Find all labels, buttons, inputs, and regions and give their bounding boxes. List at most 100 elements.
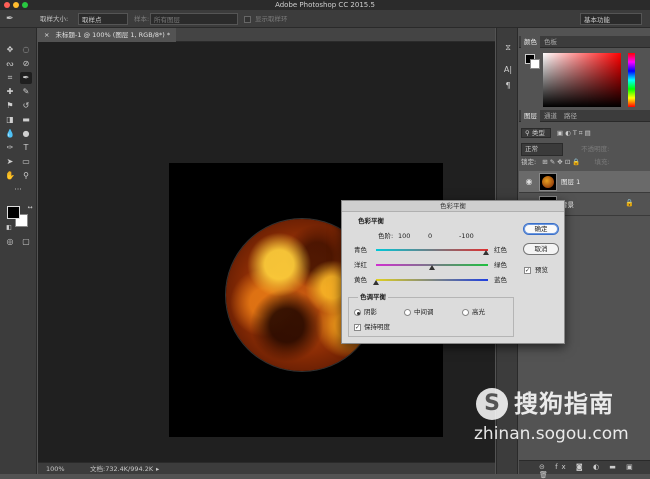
midtones-label: 中间调 xyxy=(414,308,434,316)
watermark-url: zhinan.sogou.com xyxy=(474,424,629,444)
tab-swatches[interactable]: 色板 xyxy=(541,36,560,48)
midtones-radio[interactable] xyxy=(404,309,411,316)
opacity-label: 不透明度: xyxy=(581,145,610,153)
dodge-tool-icon[interactable]: ● xyxy=(20,128,32,140)
green-label: 绿色 xyxy=(494,261,507,269)
pen-tool-icon[interactable]: ✑ xyxy=(4,142,16,154)
yellow-blue-slider-knob[interactable] xyxy=(373,280,379,285)
eyedropper-tool-preset-icon[interactable]: ✒ xyxy=(6,13,14,25)
layer-filter-row: ⚲ 类型 ▣ ◐ T ⌗ ▤ xyxy=(521,128,648,139)
type-tool-icon[interactable]: T xyxy=(20,142,32,154)
sogou-logo-icon xyxy=(476,388,508,420)
lock-row: 锁定: ⊞ ✎ ✥ ⊡ 🔒 填充: xyxy=(521,157,648,168)
kind-filter-value: 类型 xyxy=(531,129,545,137)
cyan-red-slider-track[interactable] xyxy=(376,249,488,251)
document-tab-title: 未标题-1 @ 100% (图层 1, RGB/8*) * xyxy=(55,31,171,39)
zoom-tool-icon[interactable]: ⚲ xyxy=(20,170,32,182)
rectangle-tool-icon[interactable]: ▭ xyxy=(20,156,32,168)
paragraph-panel-icon[interactable]: ¶ xyxy=(502,80,514,92)
status-bar: 100% 文档:732.4K/994.2K ▸ xyxy=(38,462,495,474)
tab-close-icon[interactable]: × xyxy=(44,31,49,39)
lasso-tool-icon[interactable]: ᔓ xyxy=(4,58,16,70)
title-bar: Adobe Photoshop CC 2015.5 xyxy=(0,0,650,10)
level-magenta-green-value[interactable]: 0 xyxy=(428,232,432,241)
panel-background-swatch[interactable] xyxy=(530,59,540,69)
sogou-watermark: 搜狗指南 zhinan.sogou.com xyxy=(448,388,648,448)
layers-panel-footer: ⊝ fx ◙ ◐ ▬ ▣ 🗑 xyxy=(519,460,650,479)
document-tab-bar: × 未标题-1 @ 100% (图层 1, RGB/8*) * xyxy=(38,28,495,42)
preserve-luminosity-label: 保持明度 xyxy=(364,323,390,331)
level-yellow-blue-value[interactable]: -100 xyxy=(459,232,474,241)
healing-brush-tool-icon[interactable]: ✚ xyxy=(4,86,16,98)
close-window-button[interactable] xyxy=(4,2,10,8)
sample-select[interactable]: 所有图层 xyxy=(150,13,238,25)
cancel-button[interactable]: 取消 xyxy=(523,243,559,255)
shadows-radio[interactable] xyxy=(354,309,361,316)
history-brush-tool-icon[interactable]: ↺ xyxy=(20,100,32,112)
fill-label: 填充: xyxy=(594,158,610,166)
levels-label: 色阶: xyxy=(378,232,394,240)
quick-mask-icon[interactable]: ◎ xyxy=(4,236,16,248)
character-panel-icon[interactable]: A| xyxy=(502,64,514,76)
tab-channels[interactable]: 通道 xyxy=(541,110,560,122)
show-ring-checkbox[interactable] xyxy=(244,16,251,23)
kind-filter-select[interactable]: ⚲ 类型 xyxy=(521,128,551,138)
swap-colors-icon[interactable]: ↔ xyxy=(24,202,36,214)
tab-paths[interactable]: 路径 xyxy=(561,110,580,122)
yellow-label: 黄色 xyxy=(354,276,367,284)
yellow-blue-slider-track[interactable] xyxy=(376,279,488,281)
document-tab[interactable]: × 未标题-1 @ 100% (图层 1, RGB/8*) * xyxy=(38,28,177,42)
quick-select-tool-icon[interactable]: ⊘ xyxy=(20,58,32,70)
move-tool-icon[interactable]: ✥ xyxy=(4,44,16,56)
color-balance-section-label: 色彩平衡 xyxy=(358,217,384,225)
workspace-value: 基本功能 xyxy=(584,16,610,24)
cyan-red-slider-knob[interactable] xyxy=(483,250,489,255)
tone-balance-section-label: 色调平衡 xyxy=(358,293,388,302)
workspace-select[interactable]: 基本功能 xyxy=(580,13,642,25)
path-selection-tool-icon[interactable]: ➤ xyxy=(4,156,16,168)
ok-button[interactable]: 确定 xyxy=(523,223,559,235)
eraser-tool-icon[interactable]: ◨ xyxy=(4,114,16,126)
minimize-window-button[interactable] xyxy=(13,2,19,8)
layer-name: 图层 1 xyxy=(561,178,581,186)
marquee-tool-icon[interactable]: ◌ xyxy=(20,44,32,56)
hand-tool-icon[interactable]: ✋ xyxy=(4,170,16,182)
eyedropper-tool-icon[interactable]: ✒ xyxy=(20,72,32,84)
visibility-eye-icon[interactable]: ◉ xyxy=(524,177,534,187)
clone-stamp-tool-icon[interactable]: ⚑ xyxy=(4,100,16,112)
magenta-green-slider-knob[interactable] xyxy=(429,265,435,270)
dialog-title: 色彩平衡 xyxy=(342,201,564,212)
blur-tool-icon[interactable]: 💧 xyxy=(4,128,16,140)
blend-mode-select[interactable]: 正常 xyxy=(521,143,563,156)
preserve-luminosity-checkbox[interactable]: ✓ xyxy=(354,324,361,331)
show-ring-label: 显示取样环 xyxy=(255,15,288,23)
planet-thumbnail xyxy=(542,176,554,188)
brush-tool-icon[interactable]: ✎ xyxy=(20,86,32,98)
preview-checkbox[interactable]: ✓ xyxy=(524,267,531,274)
lock-icons[interactable]: ⊞ ✎ ✥ ⊡ 🔒 xyxy=(542,158,580,166)
red-label: 红色 xyxy=(494,246,507,254)
sample-size-select[interactable]: 取样点 xyxy=(78,13,128,25)
highlights-radio[interactable] xyxy=(462,309,469,316)
status-arrow-icon[interactable]: ▸ xyxy=(156,464,159,474)
hue-slider[interactable] xyxy=(628,53,635,107)
layer-row-layer1[interactable]: ◉ 图层 1 xyxy=(519,171,650,193)
history-panel-icon[interactable]: ⧖ xyxy=(502,42,514,54)
crop-tool-icon[interactable]: ⌗ xyxy=(4,72,16,84)
tab-layers[interactable]: 图层 xyxy=(521,110,540,122)
tab-color[interactable]: 颜色 xyxy=(521,36,540,48)
zoom-level[interactable]: 100% xyxy=(46,464,65,474)
more-tools-icon[interactable]: ··· xyxy=(12,184,24,196)
blue-label: 蓝色 xyxy=(494,276,507,284)
sample-label: 样本: xyxy=(134,15,150,23)
filter-icons[interactable]: ▣ ◐ T ⌗ ▤ xyxy=(557,129,591,137)
level-cyan-red-value[interactable]: 100 xyxy=(398,232,410,241)
gradient-tool-icon[interactable]: ▬ xyxy=(20,114,32,126)
foreground-color-swatch[interactable] xyxy=(7,206,20,219)
color-picker-field[interactable] xyxy=(543,53,621,107)
screen-mode-icon[interactable]: ▢ xyxy=(20,236,32,248)
layer-actions-icons[interactable]: ⊝ fx ◙ ◐ ▬ ▣ 🗑 xyxy=(539,463,650,479)
highlights-label: 高光 xyxy=(472,308,485,316)
maximize-window-button[interactable] xyxy=(22,2,28,8)
default-colors-icon[interactable]: ◧ xyxy=(3,222,15,234)
